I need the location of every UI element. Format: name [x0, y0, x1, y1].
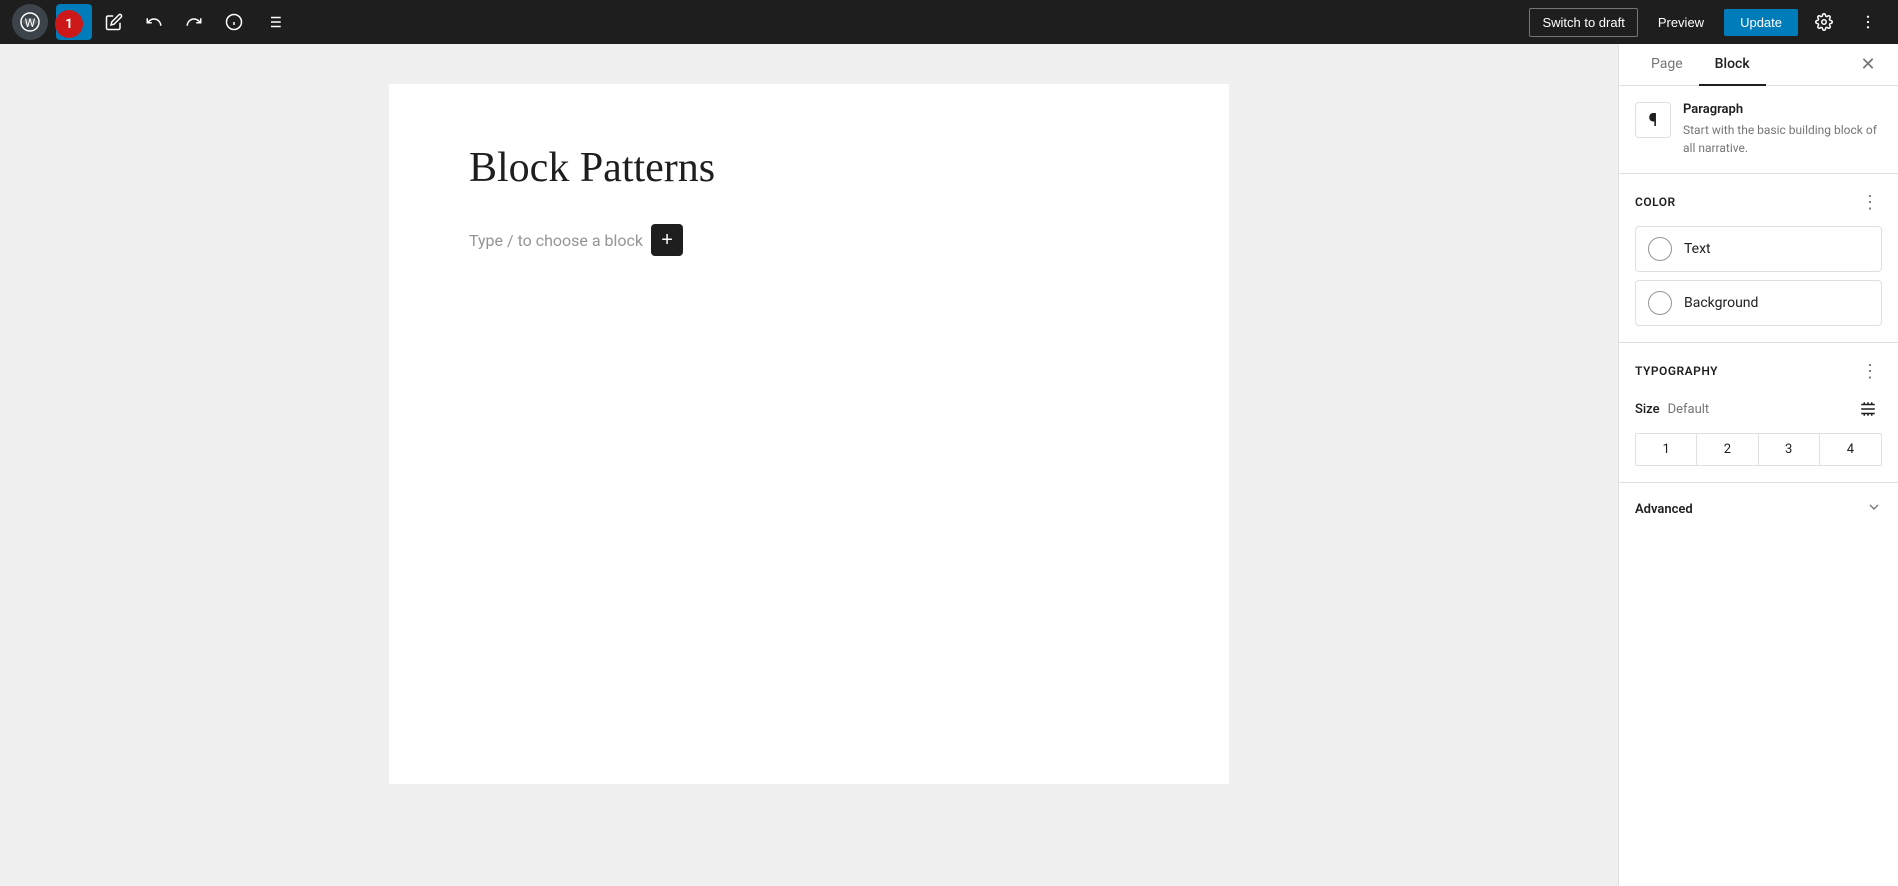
update-button[interactable]: Update: [1724, 9, 1798, 36]
font-size-grid: 1 2 3 4: [1635, 433, 1882, 466]
size-row: Size Default: [1635, 395, 1882, 423]
typography-section-title: Typography: [1635, 364, 1718, 378]
toolbar-right: Switch to draft Preview Update: [1529, 4, 1886, 40]
toolbar-left: W +: [12, 4, 1525, 40]
notification-badge[interactable]: 1: [55, 10, 83, 38]
paragraph-icon: ¶: [1635, 102, 1671, 138]
background-color-option[interactable]: Background: [1635, 280, 1882, 326]
block-name: Paragraph: [1683, 102, 1882, 117]
advanced-header[interactable]: Advanced: [1635, 499, 1882, 519]
tab-block[interactable]: Block: [1699, 44, 1766, 86]
undo-button[interactable]: [136, 4, 172, 40]
editor-content: Block Patterns Type / to choose a block …: [389, 84, 1229, 784]
size-control-button[interactable]: [1854, 395, 1882, 423]
background-color-circle: [1648, 291, 1672, 315]
color-section-title: Color: [1635, 195, 1676, 209]
size-label: Size: [1635, 402, 1660, 417]
sidebar-tabs: Page Block ✕: [1619, 44, 1898, 86]
color-section: Color ⋮ Text Background: [1619, 174, 1898, 343]
color-section-header: Color ⋮: [1635, 190, 1882, 214]
font-size-4[interactable]: 4: [1820, 434, 1881, 465]
block-details: Paragraph Start with the basic building …: [1683, 102, 1882, 157]
placeholder-text: Type / to choose a block: [469, 231, 643, 250]
background-color-label: Background: [1684, 295, 1758, 311]
typography-section: Typography ⋮ Size Default 1 2 3 4: [1619, 343, 1898, 483]
tab-page[interactable]: Page: [1635, 44, 1699, 86]
svg-text:W: W: [25, 16, 36, 30]
switch-to-draft-button[interactable]: Switch to draft: [1529, 8, 1637, 37]
info-button[interactable]: [216, 4, 252, 40]
font-size-2[interactable]: 2: [1697, 434, 1758, 465]
main-layout: Block Patterns Type / to choose a block …: [0, 44, 1898, 886]
text-color-label: Text: [1684, 241, 1711, 257]
font-size-1[interactable]: 1: [1636, 434, 1697, 465]
size-value: Default: [1668, 402, 1710, 417]
block-placeholder[interactable]: Type / to choose a block +: [469, 224, 1149, 256]
page-title[interactable]: Block Patterns: [469, 144, 1149, 192]
more-options-button[interactable]: [1850, 4, 1886, 40]
font-size-3[interactable]: 3: [1759, 434, 1820, 465]
block-description: Start with the basic building block of a…: [1683, 121, 1882, 157]
text-color-circle: [1648, 237, 1672, 261]
add-block-inline-button[interactable]: +: [651, 224, 683, 256]
sidebar: Page Block ✕ ¶ Paragraph Start with the …: [1618, 44, 1898, 886]
redo-button[interactable]: [176, 4, 212, 40]
edit-mode-button[interactable]: [96, 4, 132, 40]
text-color-option[interactable]: Text: [1635, 226, 1882, 272]
advanced-title: Advanced: [1635, 502, 1693, 517]
sidebar-close-button[interactable]: ✕: [1854, 51, 1882, 79]
chevron-down-icon: [1866, 499, 1882, 519]
wp-logo-button[interactable]: W: [12, 4, 48, 40]
tab-group: Page Block: [1635, 44, 1766, 85]
color-more-button[interactable]: ⋮: [1858, 190, 1882, 214]
settings-button[interactable]: [1806, 4, 1842, 40]
typography-more-button[interactable]: ⋮: [1858, 359, 1882, 383]
advanced-section: Advanced: [1619, 483, 1898, 535]
block-info: ¶ Paragraph Start with the basic buildin…: [1619, 86, 1898, 174]
typography-section-header: Typography ⋮: [1635, 359, 1882, 383]
list-view-button[interactable]: [256, 4, 292, 40]
preview-button[interactable]: Preview: [1646, 9, 1716, 36]
editor-area: Block Patterns Type / to choose a block …: [0, 44, 1618, 886]
toolbar: W +: [0, 0, 1898, 44]
